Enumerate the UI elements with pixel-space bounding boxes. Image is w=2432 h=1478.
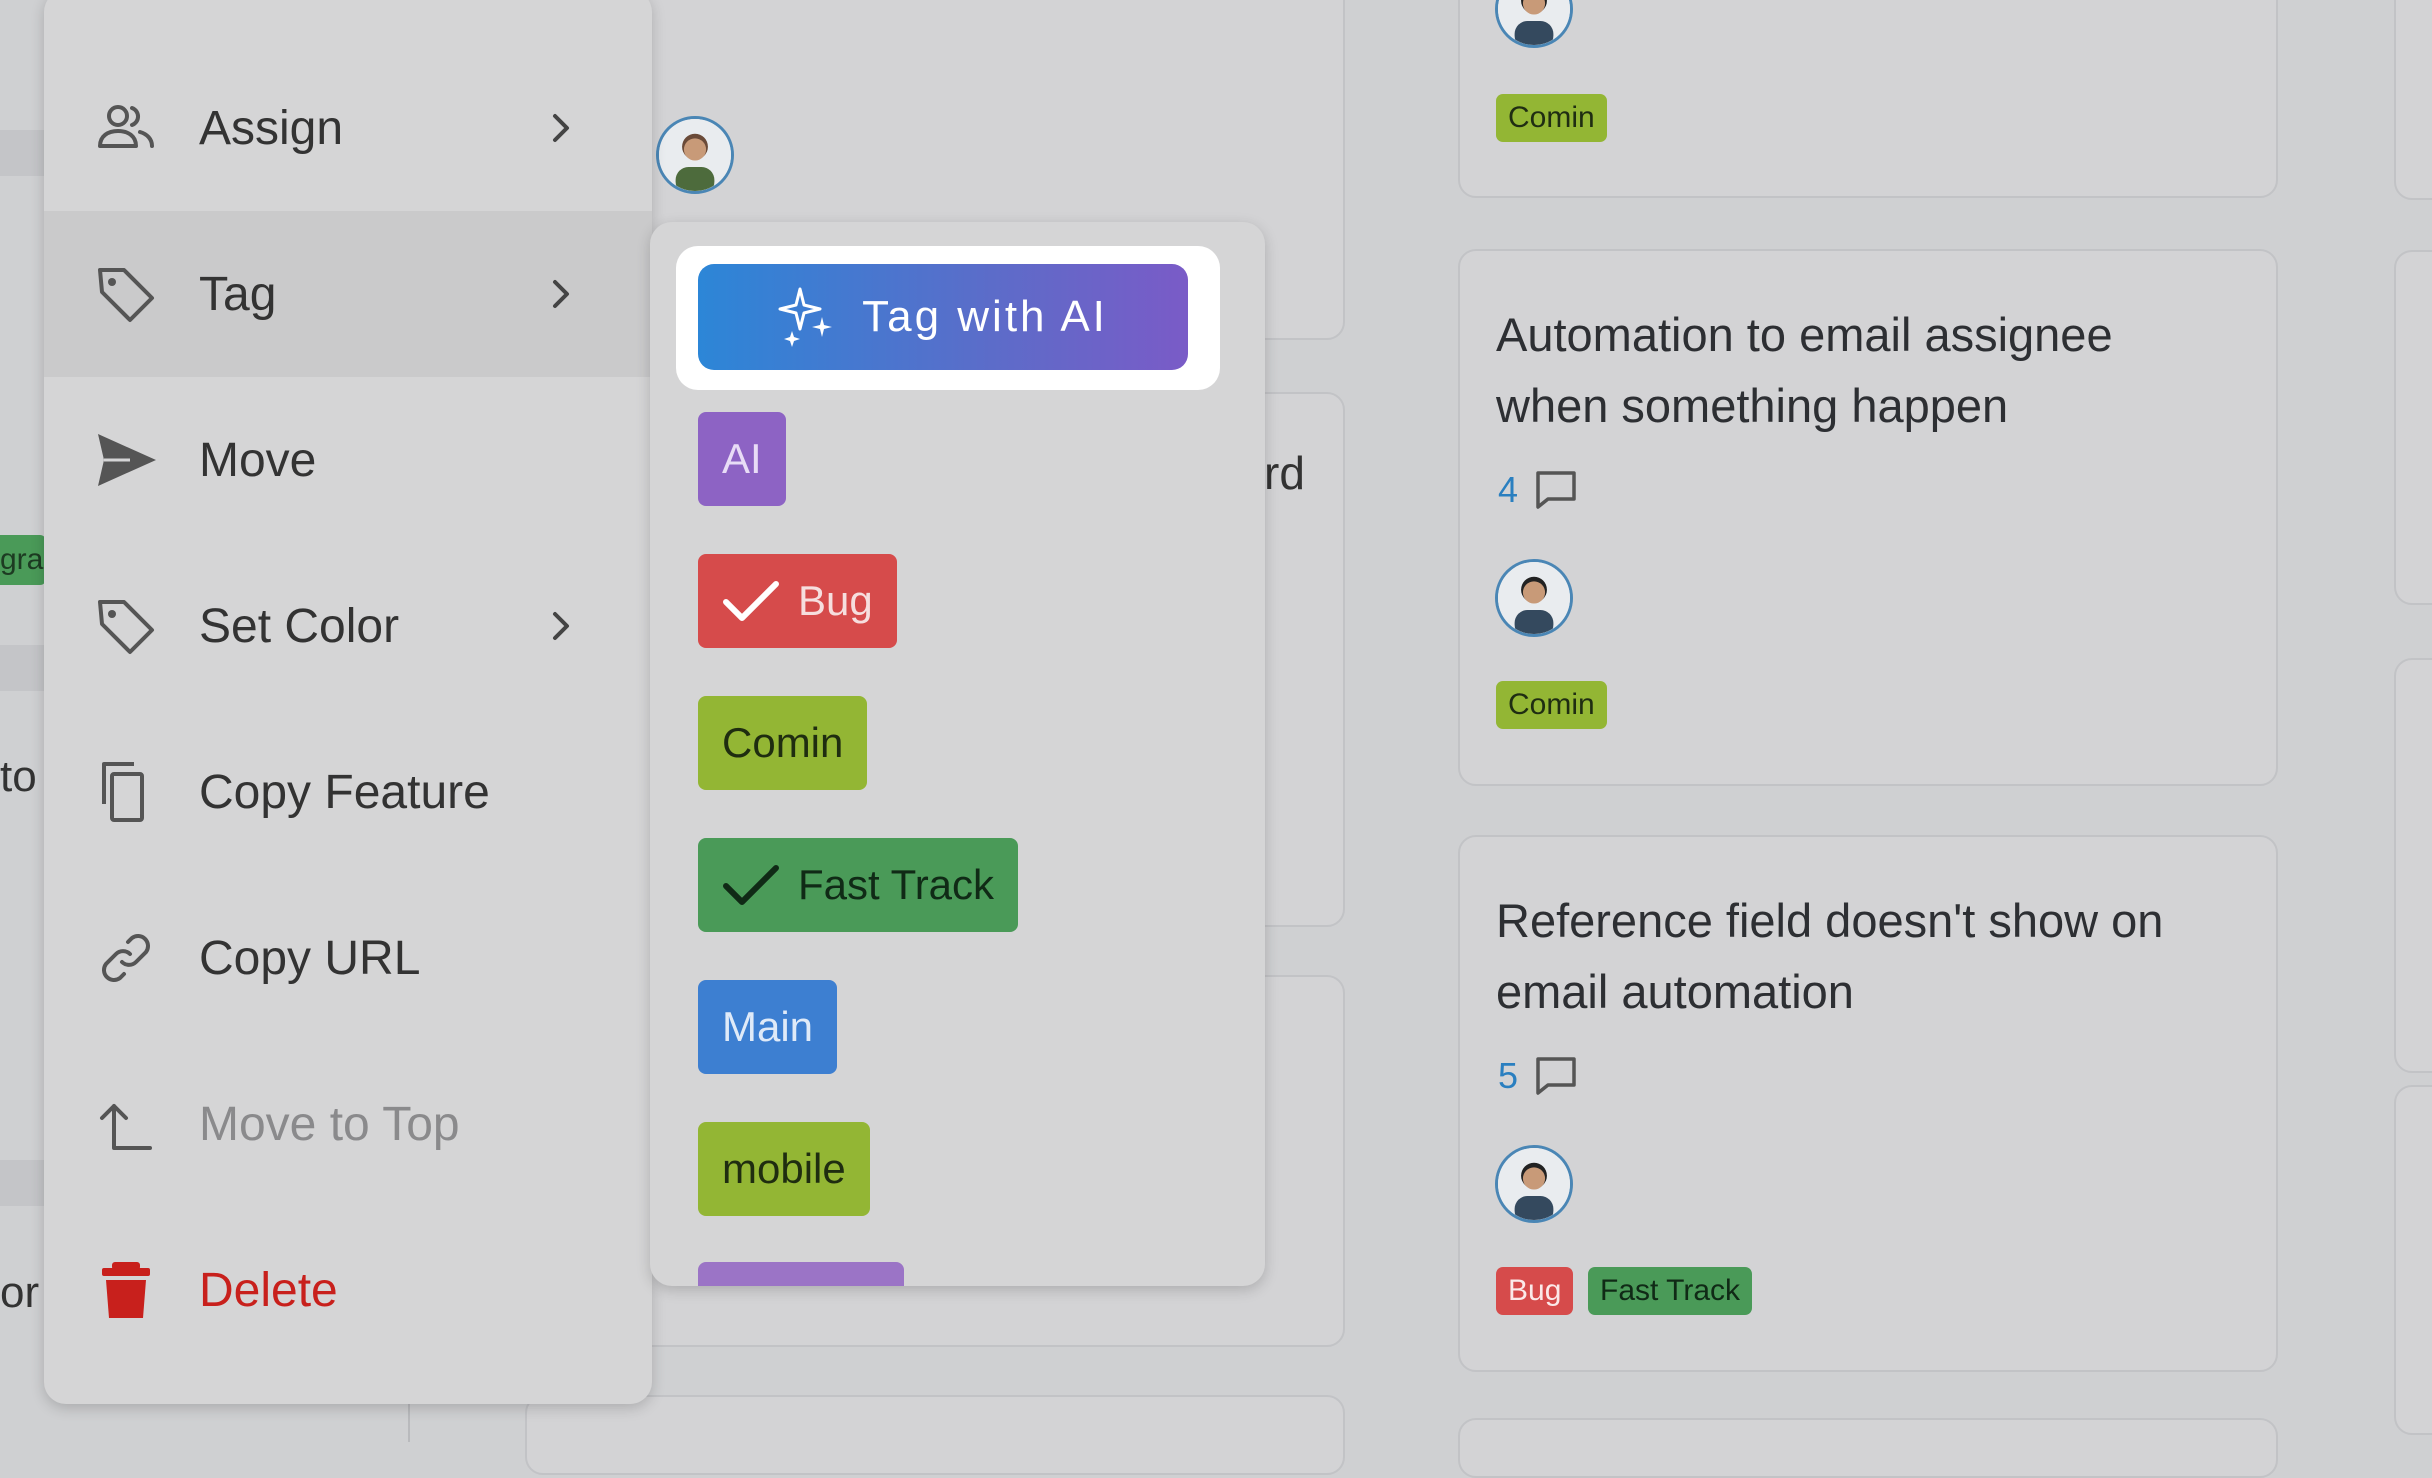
left-badge: gra bbox=[0, 535, 46, 585]
tag-badge-bug: Bug bbox=[1496, 1267, 1574, 1315]
tag-submenu: Tag with AI AI Bug Comin Fast Track Main… bbox=[650, 222, 1265, 1286]
left-column-strip-2 bbox=[0, 645, 44, 691]
menu-item-label: Copy URL bbox=[199, 931, 421, 985]
card-avatar[interactable] bbox=[1495, 1145, 1573, 1223]
card-avatar[interactable] bbox=[1495, 559, 1573, 637]
menu-item-move[interactable]: Move bbox=[44, 377, 652, 543]
chevron-right-icon bbox=[553, 114, 569, 142]
menu-item-set-color[interactable]: Set Color bbox=[44, 543, 652, 709]
ai-button-highlight: Tag with AI bbox=[676, 246, 1220, 390]
menu-item-copy-url[interactable]: Copy URL bbox=[44, 875, 652, 1041]
check-icon bbox=[723, 581, 779, 621]
comment-count[interactable]: 5 bbox=[1498, 1055, 1578, 1097]
comment-icon bbox=[1536, 1057, 1576, 1095]
board-card-automation[interactable]: Automation to email assignee when someth… bbox=[1458, 249, 2278, 786]
board-card-right-3[interactable] bbox=[2394, 658, 2432, 1073]
board-card-mid-4[interactable] bbox=[525, 1395, 1345, 1475]
trash-icon bbox=[102, 1262, 150, 1318]
ai-button-label: Tag with AI bbox=[862, 292, 1108, 341]
tag-badge-comin: Comin bbox=[1496, 94, 1607, 142]
left-column-strip-3 bbox=[0, 1160, 44, 1206]
board-card-right-1[interactable] bbox=[2394, 0, 2432, 200]
board-card-bottom[interactable] bbox=[1458, 1418, 2278, 1478]
card-title-line2: when something happen bbox=[1496, 379, 2009, 432]
card-title-line1: Reference field doesn't show on bbox=[1496, 894, 2164, 947]
menu-item-label: Move to Top bbox=[199, 1097, 460, 1151]
context-menu: Assign Tag Move Set Color Copy Feature C… bbox=[44, 0, 652, 1404]
menu-item-copy-feature[interactable]: Copy Feature bbox=[44, 709, 652, 875]
arrow-up-left-icon bbox=[100, 1104, 152, 1150]
copy-icon bbox=[102, 762, 144, 822]
tag-option-main[interactable]: Main bbox=[698, 980, 838, 1074]
tag-with-ai-button[interactable]: Tag with AI bbox=[698, 264, 1188, 370]
tag-badge-comin: Comin bbox=[1496, 681, 1607, 729]
card-title-line2: email automation bbox=[1496, 965, 1854, 1018]
tag-option-ai[interactable]: AI bbox=[698, 412, 786, 506]
assignee-avatar[interactable] bbox=[656, 116, 734, 194]
tag-badge-fast-track: Fast Track bbox=[1588, 1267, 1753, 1315]
column-divider bbox=[408, 1400, 410, 1442]
tag-option-bug[interactable]: Bug bbox=[698, 554, 897, 648]
menu-item-assign[interactable]: Assign bbox=[44, 45, 652, 211]
tag-icon bbox=[98, 600, 154, 654]
send-icon bbox=[98, 434, 156, 486]
menu-item-delete[interactable]: Delete bbox=[44, 1207, 652, 1373]
menu-item-label: Copy Feature bbox=[199, 765, 490, 819]
card-avatar[interactable] bbox=[1495, 0, 1573, 48]
tag-option-comin[interactable]: Comin bbox=[698, 696, 868, 790]
menu-item-move-to-top[interactable]: Move to Top bbox=[44, 1041, 652, 1207]
left-text-fragment: to bbox=[0, 752, 37, 801]
sparkles-icon bbox=[778, 287, 833, 347]
left-column-strip bbox=[0, 130, 44, 176]
chevron-right-icon bbox=[553, 612, 569, 640]
tag-option-partial[interactable] bbox=[698, 1262, 904, 1286]
menu-item-label: Tag bbox=[199, 267, 277, 321]
left-text-fragment-2: or bbox=[0, 1268, 40, 1317]
menu-item-tag[interactable]: Tag bbox=[44, 211, 652, 377]
tag-icon bbox=[98, 268, 154, 322]
board-card-top[interactable]: Comin bbox=[1458, 0, 2278, 198]
link-icon bbox=[102, 934, 150, 982]
menu-item-label: Set Color bbox=[199, 599, 400, 653]
menu-item-label: Move bbox=[199, 433, 317, 487]
menu-item-label: Delete bbox=[199, 1263, 338, 1317]
people-icon bbox=[98, 105, 154, 148]
tag-option-fast-track[interactable]: Fast Track bbox=[698, 838, 1019, 932]
menu-item-label: Assign bbox=[199, 101, 344, 155]
comment-count[interactable]: 4 bbox=[1498, 469, 1578, 511]
chevron-right-icon bbox=[553, 280, 569, 308]
board-card-right-2[interactable] bbox=[2394, 250, 2432, 605]
tag-option-mobile[interactable]: mobile bbox=[698, 1122, 870, 1216]
comment-icon bbox=[1536, 471, 1576, 509]
board-card-right-4[interactable] bbox=[2394, 1085, 2432, 1435]
check-icon bbox=[723, 865, 779, 905]
card-title-line1: Automation to email assignee bbox=[1496, 308, 2113, 361]
board-card-reference[interactable]: Reference field doesn't show on email au… bbox=[1458, 835, 2278, 1372]
